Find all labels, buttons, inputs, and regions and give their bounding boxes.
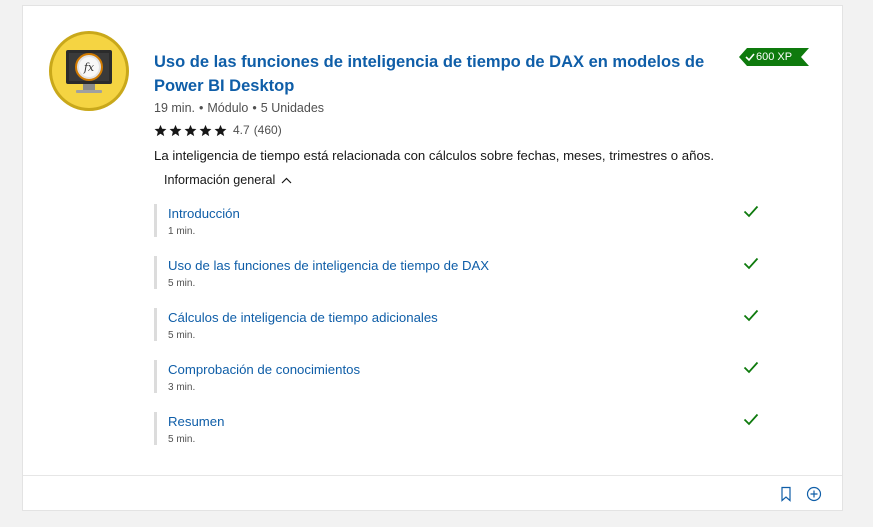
checkmark-icon	[743, 309, 759, 322]
xp-badge: 600 XP	[739, 48, 809, 66]
clock-fx-monitor-icon: fx	[48, 30, 130, 112]
unit-link[interactable]: Introducción	[168, 206, 240, 221]
unit-link[interactable]: Comprobación de conocimientos	[168, 362, 360, 377]
checkmark-icon	[743, 205, 759, 218]
checkmark-icon	[743, 361, 759, 374]
unit-bar	[154, 204, 157, 237]
module-title[interactable]: Uso de las funciones de inteligencia de …	[154, 50, 714, 98]
module-type: Módulo	[207, 101, 249, 115]
checkmark-icon	[743, 413, 759, 426]
add-to-collection-button[interactable]	[806, 486, 822, 502]
card-footer	[23, 475, 842, 512]
svg-text:fx: fx	[83, 61, 95, 74]
rating-count: (460)	[253, 123, 282, 137]
module-description: La inteligencia de tiempo está relaciona…	[154, 148, 715, 163]
star-icon	[169, 124, 182, 136]
unit-item: Resumen 5 min.	[154, 412, 764, 464]
overview-label: Información general	[164, 173, 276, 187]
unit-duration: 3 min.	[168, 382, 196, 393]
bookmark-icon	[781, 486, 791, 502]
module-meta: 19 min. • Módulo • 5 Unidades	[154, 101, 324, 115]
unit-bar	[154, 412, 157, 445]
star-icon	[199, 124, 212, 136]
add-circle-icon	[806, 486, 822, 502]
unit-item: Introducción 1 min.	[154, 204, 764, 256]
rating: 4.7 (460)	[154, 123, 282, 137]
star-icon	[184, 124, 197, 136]
unit-duration: 1 min.	[168, 226, 196, 237]
module-duration: 19 min.	[154, 101, 195, 115]
bookmark-button[interactable]	[778, 486, 794, 502]
unit-bar	[154, 308, 157, 341]
unit-duration: 5 min.	[168, 278, 196, 289]
star-icon	[214, 124, 227, 136]
chevron-up-icon	[281, 177, 292, 183]
overview-toggle[interactable]: Información general	[164, 173, 292, 187]
unit-item: Cálculos de inteligencia de tiempo adici…	[154, 308, 764, 360]
checkmark-icon	[743, 257, 759, 270]
module-units-count: 5 Unidades	[260, 101, 325, 115]
xp-value: 600 XP	[756, 51, 793, 63]
unit-link[interactable]: Uso de las funciones de inteligencia de …	[168, 258, 489, 273]
unit-list: Introducción 1 min. Uso de las funciones…	[154, 204, 764, 464]
rating-score: 4.7	[233, 123, 250, 137]
star-rating	[154, 124, 227, 137]
separator-dot: •	[199, 101, 204, 115]
module-card: fx Uso de las funciones de inteligencia …	[22, 5, 843, 511]
unit-link[interactable]: Resumen	[168, 414, 224, 429]
unit-bar	[154, 256, 157, 289]
unit-duration: 5 min.	[168, 330, 196, 341]
unit-item: Comprobación de conocimientos 3 min.	[154, 360, 764, 412]
unit-duration: 5 min.	[168, 434, 196, 445]
unit-bar	[154, 360, 157, 393]
separator-dot: •	[252, 101, 257, 115]
unit-link[interactable]: Cálculos de inteligencia de tiempo adici…	[168, 310, 438, 325]
unit-item: Uso de las funciones de inteligencia de …	[154, 256, 764, 308]
star-icon	[154, 124, 167, 136]
